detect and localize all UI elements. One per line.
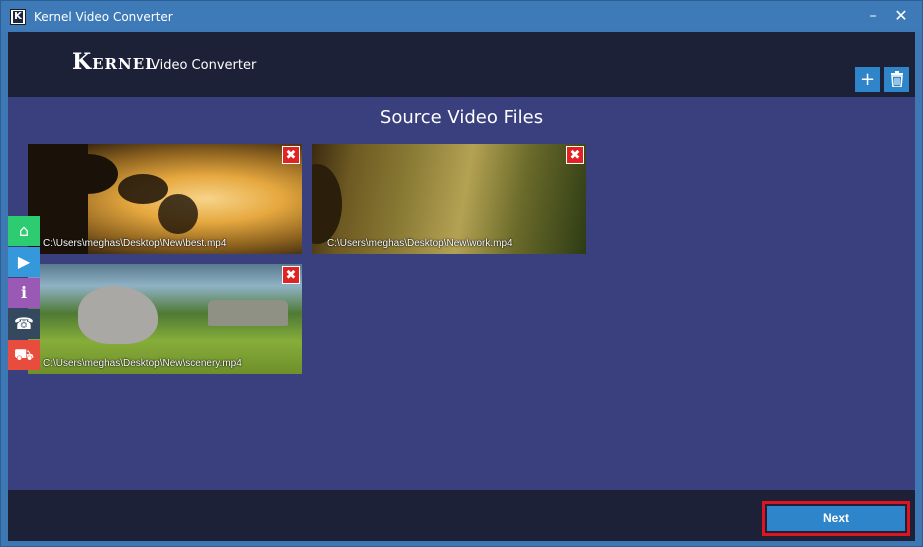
window-title: Kernel Video Converter — [34, 10, 173, 24]
next-button[interactable]: Next — [767, 506, 905, 531]
main-panel: Source Video Files C:\Users\meghas\Deskt… — [8, 97, 915, 490]
video-thumbnail[interactable]: C:\Users\meghas\Desktop\New\scenery.mp4 … — [28, 264, 302, 374]
thumbnail-image — [78, 286, 158, 344]
next-button-highlight: Next — [762, 501, 910, 536]
thumbnail-image — [158, 194, 198, 234]
home-icon[interactable]: ⌂ — [8, 216, 40, 246]
app-icon: K — [10, 9, 26, 25]
app-window: K Kernel Video Converter – ✕ Kernel Vide… — [0, 0, 923, 547]
close-button[interactable]: ✕ — [891, 7, 911, 25]
title-bar: K Kernel Video Converter – ✕ — [1, 1, 922, 31]
thumbnail-image — [118, 174, 168, 204]
trash-icon — [890, 71, 903, 88]
remove-file-button[interactable]: ✖ — [282, 266, 300, 284]
phone-icon[interactable]: ☎ — [8, 309, 40, 339]
remove-file-button[interactable]: ✖ — [566, 146, 584, 164]
logo-brand: Kernel — [72, 49, 157, 75]
cart-icon[interactable]: ⛟ — [8, 340, 40, 370]
video-camera-icon[interactable]: ▶ — [8, 247, 40, 277]
side-nav: ⌂ ▶ i ☎ ⛟ — [8, 216, 40, 371]
app-header: Kernel Video Converter + — [8, 32, 915, 97]
file-path-label: C:\Users\meghas\Desktop\New\work.mp4 — [327, 238, 513, 249]
delete-all-button[interactable] — [884, 67, 909, 92]
logo-product: Video Converter — [151, 58, 257, 73]
video-thumbnail[interactable]: C:\Users\meghas\Desktop\New\best.mp4 ✖ — [28, 144, 302, 254]
video-thumbnail[interactable]: C:\Users\meghas\Desktop\New\work.mp4 ✖ — [312, 144, 586, 254]
footer-bar: Next — [8, 490, 915, 541]
thumbnail-image — [312, 164, 342, 244]
remove-file-button[interactable]: ✖ — [282, 146, 300, 164]
add-file-button[interactable]: + — [855, 67, 880, 92]
app-icon-letter: K — [13, 11, 23, 23]
info-icon[interactable]: i — [8, 278, 40, 308]
section-title: Source Video Files — [379, 107, 544, 128]
file-path-label: C:\Users\meghas\Desktop\New\scenery.mp4 — [43, 358, 242, 369]
file-path-label: C:\Users\meghas\Desktop\New\best.mp4 — [43, 238, 227, 249]
minimize-button[interactable]: – — [863, 7, 883, 25]
thumbnail-image — [208, 300, 288, 326]
